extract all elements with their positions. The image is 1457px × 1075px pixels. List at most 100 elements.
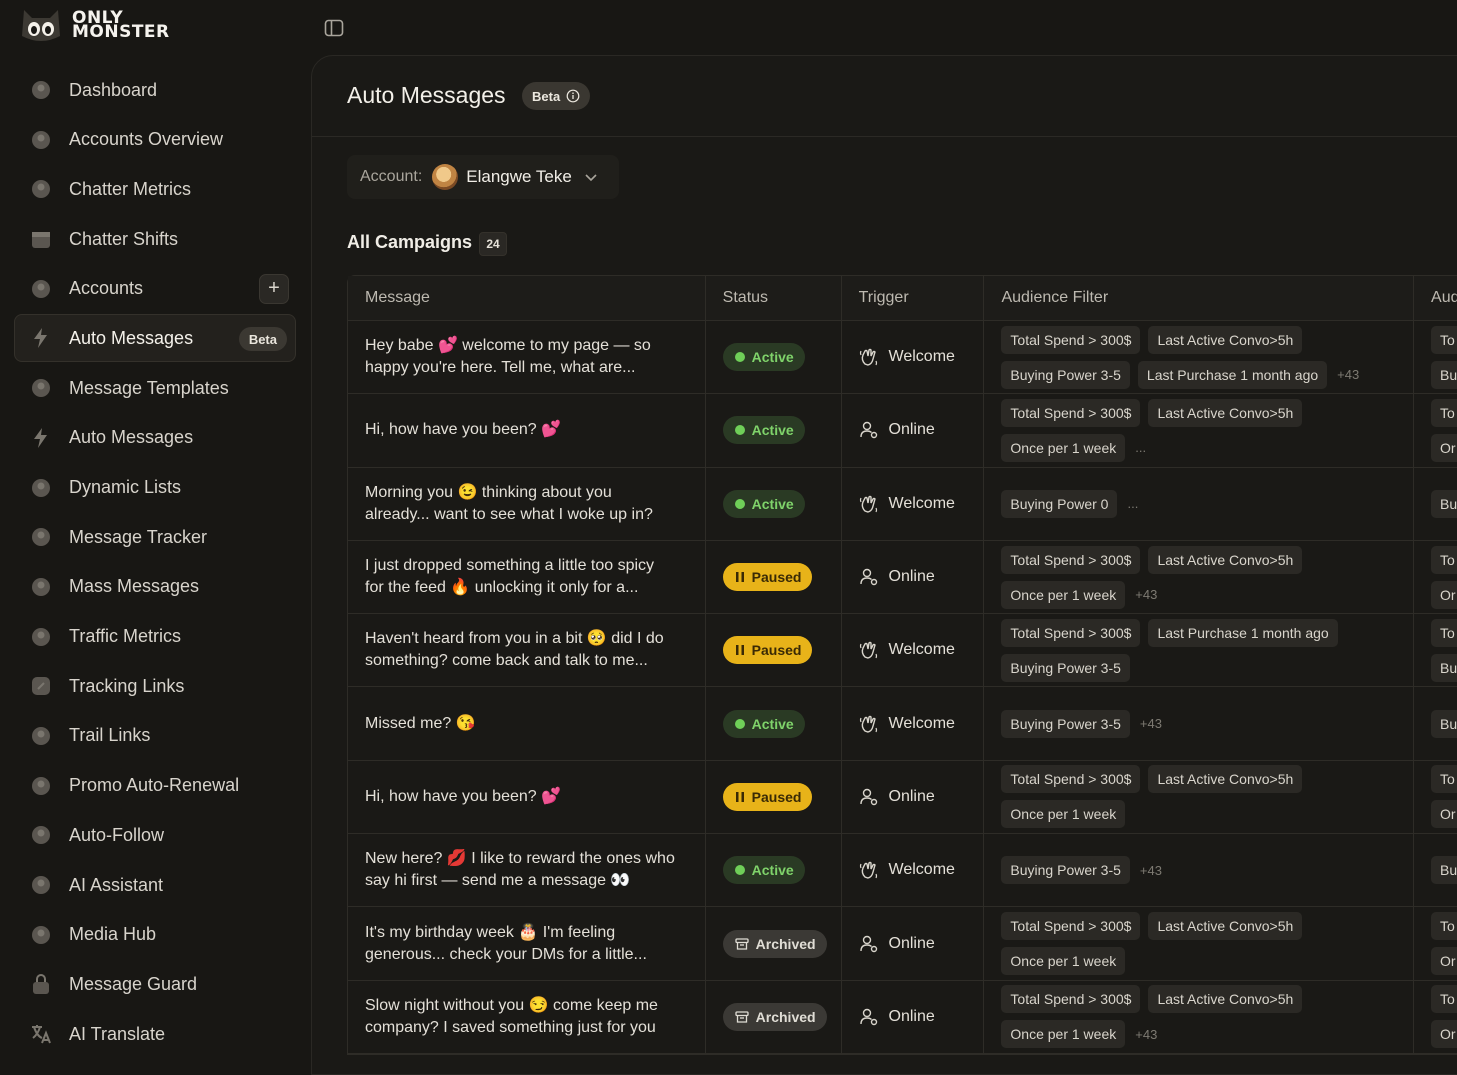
column-header-audience-filter[interactable]: Audience Filter: [984, 276, 1415, 320]
audience-filter-tag[interactable]: Last Active Convo>5h: [1148, 985, 1303, 1014]
more-filters-count[interactable]: +43: [1335, 361, 1361, 389]
audience-tag[interactable]: Bu: [1430, 653, 1457, 682]
table-row[interactable]: Morning you 😉 thinking about you already…: [348, 467, 1457, 541]
sidebar-item-accounts[interactable]: Accounts +: [14, 265, 296, 313]
more-filters-count[interactable]: ...: [1125, 490, 1140, 518]
audience-tag[interactable]: Bu: [1430, 489, 1457, 518]
audience-tag[interactable]: Or: [1430, 1020, 1457, 1049]
table-row[interactable]: Hi, how have you been? 💕 Paused Online T…: [348, 760, 1457, 835]
audience-filter-tag[interactable]: Total Spend > 300$: [1001, 985, 1141, 1014]
audience-tag[interactable]: Or: [1430, 947, 1457, 976]
sidebar-item-ai-assistant[interactable]: AI Assistant: [14, 861, 296, 909]
more-filters-count[interactable]: +43: [1138, 856, 1164, 884]
sidebar-item-chatter-shifts[interactable]: Chatter Shifts: [14, 215, 296, 263]
sidebar-item-media-hub[interactable]: Media Hub: [14, 911, 296, 959]
audience-filter-tag[interactable]: Buying Power 3-5: [1001, 709, 1130, 738]
sidebar-item-traffic-metrics[interactable]: Traffic Metrics: [14, 613, 296, 661]
audience-filter-tag[interactable]: Buying Power 3-5: [1001, 856, 1130, 885]
table-row[interactable]: Missed me? 😘 Active Welcome Buying Power…: [348, 687, 1457, 761]
table-row[interactable]: Hey babe 💕 welcome to my page — so happy…: [348, 321, 1457, 395]
sidebar-item-auto-messages[interactable]: Auto Messages Beta: [14, 314, 296, 363]
audience-filter-tag[interactable]: Buying Power 0: [1001, 489, 1118, 518]
audience-tag[interactable]: To: [1430, 398, 1457, 427]
table-row[interactable]: Haven't heard from you in a bit 🥺 did I …: [348, 614, 1457, 688]
audience-filter-tag[interactable]: Once per 1 week: [1001, 580, 1126, 609]
more-filters-count[interactable]: +43: [1138, 710, 1164, 738]
sidebar-item-chatter-metrics[interactable]: Chatter Metrics: [14, 165, 296, 213]
audience-filter-tag[interactable]: Total Spend > 300$: [1001, 912, 1141, 941]
status-badge[interactable]: Active: [722, 343, 805, 372]
sidebar-item-dashboard[interactable]: Dashboard: [14, 66, 296, 114]
table-row[interactable]: Hi, how have you been? 💕 Active Online T…: [348, 394, 1457, 468]
status-badge[interactable]: Archived: [722, 929, 827, 958]
sidebar-item-promo-auto-renewal[interactable]: Promo Auto-Renewal: [14, 762, 296, 810]
sidebar-item-auto-messages[interactable]: Auto Messages: [14, 414, 296, 462]
status-badge[interactable]: Active: [722, 416, 805, 445]
more-filters-count[interactable]: +43: [1133, 1020, 1159, 1048]
sidebar-item-tracking-links[interactable]: Tracking Links: [14, 662, 296, 710]
table-row[interactable]: It's my birthday week 🎂 I'm feeling gene…: [348, 907, 1457, 981]
audience-filter-tag[interactable]: Last Active Convo>5h: [1148, 912, 1303, 941]
sidebar-item-message-tracker[interactable]: Message Tracker: [14, 513, 296, 561]
audience-tag[interactable]: Or: [1430, 433, 1457, 462]
audience-filter-tag[interactable]: Last Purchase 1 month ago: [1137, 360, 1328, 389]
audience-filter-tag[interactable]: Last Active Convo>5h: [1148, 765, 1303, 794]
audience-filter-tag[interactable]: Last Active Convo>5h: [1148, 325, 1303, 354]
audience-filter-tag[interactable]: Total Spend > 300$: [1001, 765, 1141, 794]
audience-filter-tag[interactable]: Buying Power 3-5: [1001, 653, 1130, 682]
sidebar-item-message-templates[interactable]: Message Templates: [14, 364, 296, 412]
status-badge[interactable]: Archived: [722, 1002, 827, 1031]
audience-tag[interactable]: To: [1430, 325, 1457, 354]
account-selector[interactable]: Account: Elangwe Teke: [347, 155, 619, 199]
audience-tag[interactable]: To: [1430, 765, 1457, 794]
audience-tag[interactable]: To: [1430, 618, 1457, 647]
audience-filter-tag[interactable]: Once per 1 week: [1001, 1020, 1126, 1049]
audience-filter-tags: Buying Power 3-5 +43: [1001, 856, 1401, 885]
logo[interactable]: ONLY MONSTER: [20, 6, 170, 44]
status-badge[interactable]: Active: [722, 489, 805, 518]
add-account-button[interactable]: +: [259, 273, 289, 304]
column-header-trigger[interactable]: Trigger: [842, 276, 985, 320]
column-header-status[interactable]: Status: [706, 276, 842, 320]
audience-tag[interactable]: Bu: [1430, 856, 1457, 885]
column-header-audience[interactable]: Aud: [1414, 276, 1457, 320]
audience-filter-tag[interactable]: Total Spend > 300$: [1001, 545, 1141, 574]
sidebar-item-auto-follow[interactable]: Auto-Follow: [14, 811, 296, 859]
status-badge[interactable]: Paused: [722, 636, 813, 665]
sidebar-item-trail-links[interactable]: Trail Links: [14, 712, 296, 760]
audience-tag[interactable]: To: [1430, 985, 1457, 1014]
status-badge[interactable]: Paused: [722, 782, 813, 811]
status-badge[interactable]: Active: [722, 709, 805, 738]
table-row[interactable]: I just dropped something a little too sp…: [348, 540, 1457, 615]
table-row[interactable]: Slow night without you 😏 come keep me co…: [348, 980, 1457, 1054]
status-badge[interactable]: Active: [722, 856, 805, 885]
audience-filter-tag[interactable]: Total Spend > 300$: [1001, 325, 1141, 354]
audience-filter-tag[interactable]: Last Active Convo>5h: [1148, 545, 1303, 574]
sidebar-item-dynamic-lists[interactable]: Dynamic Lists: [14, 464, 296, 512]
beta-badge[interactable]: Beta: [522, 82, 591, 110]
sidebar-item-ai-translate[interactable]: AI Translate: [14, 1010, 296, 1058]
sidebar-item-mass-messages[interactable]: Mass Messages: [14, 563, 296, 611]
table-row[interactable]: New here? 💋 I like to reward the ones wh…: [348, 834, 1457, 908]
audience-tag[interactable]: Bu: [1430, 360, 1457, 389]
audience-filter-tag[interactable]: Once per 1 week: [1001, 947, 1126, 976]
audience-tag[interactable]: To: [1430, 545, 1457, 574]
sidebar-item-message-guard[interactable]: Message Guard: [14, 960, 296, 1008]
audience-filter-tag[interactable]: Once per 1 week: [1001, 433, 1126, 462]
column-header-message[interactable]: Message: [348, 276, 706, 320]
more-filters-count[interactable]: +43: [1133, 581, 1159, 609]
audience-filter-tag[interactable]: Total Spend > 300$: [1001, 398, 1141, 427]
audience-tag[interactable]: Bu: [1430, 709, 1457, 738]
status-badge[interactable]: Paused: [722, 563, 813, 592]
audience-filter-tag[interactable]: Last Purchase 1 month ago: [1148, 618, 1338, 647]
audience-filter-tag[interactable]: Last Active Convo>5h: [1148, 398, 1303, 427]
audience-tag[interactable]: To: [1430, 912, 1457, 941]
audience-tag[interactable]: Or: [1430, 580, 1457, 609]
sidebar-toggle-icon[interactable]: [322, 16, 346, 40]
audience-filter-tag[interactable]: Once per 1 week: [1001, 800, 1126, 829]
audience-tag[interactable]: Or: [1430, 800, 1457, 829]
more-filters-count[interactable]: ...: [1133, 434, 1148, 462]
sidebar-item-accounts-overview[interactable]: Accounts Overview: [14, 116, 296, 164]
audience-filter-tag[interactable]: Total Spend > 300$: [1001, 618, 1141, 647]
audience-filter-tag[interactable]: Buying Power 3-5: [1001, 360, 1130, 389]
